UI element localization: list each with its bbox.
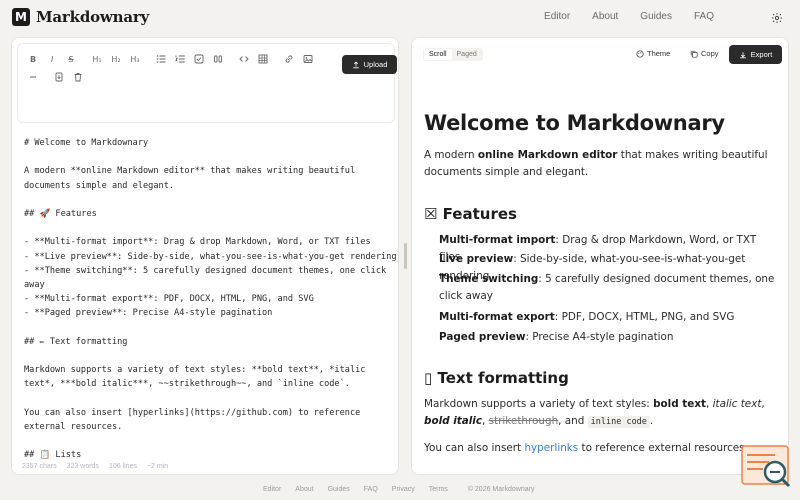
footer-link-about[interactable]: About [295, 486, 313, 493]
code-icon[interactable] [237, 52, 251, 66]
horizontal-rule-icon[interactable] [26, 70, 40, 84]
export-button[interactable]: Export [729, 45, 782, 64]
nav-link-guides[interactable]: Guides [640, 11, 672, 22]
preview-hyperlink[interactable]: hyperlinks [524, 442, 578, 454]
footer-link-editor[interactable]: Editor [263, 486, 281, 493]
nav-link-editor[interactable]: Editor [544, 11, 570, 22]
h3-icon[interactable]: H₃ [128, 52, 142, 66]
mode-scroll-tab[interactable]: Scroll [424, 49, 452, 60]
toolbar-row-1: B I S H₁ H₂ H₃ [26, 52, 320, 66]
toolbar-row-2 [26, 70, 90, 84]
preview-intro: A modern online Markdown editor that mak… [424, 149, 768, 178]
inline-code: inline code [587, 416, 650, 428]
word-count: 323 words [66, 463, 99, 470]
theme-label: Theme [647, 49, 671, 58]
editor-line: text*, ***bold italic***, ~~strikethroug… [24, 379, 350, 390]
editor-line: ## ✏ Text formatting [24, 336, 128, 347]
editor-line: Markdown supports a variety of text styl… [24, 365, 366, 376]
logo-mark-icon: M [12, 8, 30, 26]
editor-toolbar: B I S H₁ H₂ H₃ Upload [17, 43, 397, 123]
app-logo[interactable]: M Markdownary [12, 8, 149, 26]
line-count: 106 lines [108, 463, 137, 470]
feature-item: Multi-format export: PDF, DOCX, HTML, PN… [439, 311, 735, 323]
upload-icon [352, 60, 359, 68]
editor-line: away [24, 280, 45, 290]
features-heading: ☒ Features [424, 205, 517, 223]
top-nav: Editor About Guides FAQ [522, 11, 714, 22]
export-label: Export [750, 50, 773, 59]
editor-line: - **Theme switching**: 5 carefully desig… [24, 265, 387, 276]
read-time: ~2 min [146, 463, 169, 470]
upload-label: Upload [363, 60, 388, 69]
editor-line: ## 🚀 Features [24, 209, 97, 219]
preview-title: Welcome to Markdownary [424, 111, 725, 135]
copy-label: Copy [701, 49, 719, 58]
editor-line: A modern **online Markdown editor** that… [24, 166, 356, 177]
bold-icon[interactable]: B [26, 52, 40, 66]
h2-icon[interactable]: H₂ [109, 52, 123, 66]
feature-item: Paged preview: Precise A4-style paginati… [439, 331, 674, 343]
quote-icon[interactable] [211, 52, 225, 66]
nav-link-about[interactable]: About [592, 11, 618, 22]
top-header: M Markdownary Editor About Guides FAQ [0, 0, 800, 36]
app-name: Markdownary [36, 8, 150, 26]
theme-button[interactable]: Theme [636, 49, 670, 58]
link-icon[interactable] [282, 52, 296, 66]
footer-link-guides[interactable]: Guides [328, 486, 350, 493]
copy-icon [690, 50, 698, 58]
editor-line: You can also insert [hyperlinks](https:/… [24, 407, 361, 418]
copy-button[interactable]: Copy [690, 49, 719, 58]
char-count: 2357 chars [22, 463, 57, 470]
editor-line: - **Paged preview**: Precise A4-style pa… [24, 308, 273, 319]
editor-line: # Welcome to Markdownary [24, 138, 149, 148]
floating-search-widget-icon[interactable] [741, 445, 791, 489]
bullet-list-icon[interactable] [154, 52, 168, 66]
mode-paged-tab[interactable]: Paged [452, 49, 482, 60]
trash-icon[interactable] [71, 70, 85, 84]
preview-panel: Scroll Paged Theme Copy Export Welcome t… [411, 37, 789, 475]
palette-icon [636, 49, 644, 58]
panel-resize-handle[interactable] [404, 243, 407, 269]
page-footer: Editor About Guides FAQ Privacy Terms © … [263, 486, 534, 493]
image-icon[interactable] [301, 52, 315, 66]
feature-item: Theme switching: 5 carefully designed do… [439, 273, 775, 302]
editor-line: ## 📋 Lists [24, 450, 82, 461]
import-icon[interactable] [52, 70, 66, 84]
text-formatting-heading: ▯ Text formatting [424, 369, 569, 387]
strikethrough-icon[interactable]: S [64, 52, 78, 66]
h1-icon[interactable]: H₁ [90, 52, 104, 66]
table-icon[interactable] [256, 52, 270, 66]
editor-status-bar: 2357 chars 323 words 106 lines ~2 min [22, 463, 168, 470]
editor-line: - **Multi-format import**: Drag & drop M… [24, 237, 371, 248]
editor-line: documents simple and elegant. [24, 180, 175, 191]
editor-line: external resources. [24, 422, 123, 432]
numbered-list-icon[interactable] [173, 52, 187, 66]
footer-link-terms[interactable]: Terms [429, 486, 448, 493]
preview-toolbar: Scroll Paged Theme Copy Export [412, 38, 788, 70]
editor-line: - **Multi-format export**: PDF, DOCX, HT… [24, 294, 314, 305]
settings-gear-icon[interactable] [771, 11, 785, 25]
editor-line: - **Live preview**: Side-by-side, what-y… [24, 251, 397, 262]
upload-button[interactable]: Upload [342, 55, 397, 74]
view-mode-toggle: Scroll Paged [423, 48, 483, 61]
task-list-icon[interactable] [192, 52, 206, 66]
markdown-editor-panel: B I S H₁ H₂ H₃ Upload # Welcome to Markd… [11, 37, 399, 475]
formatting-paragraph: Markdown supports a variety of text styl… [424, 398, 765, 428]
italic-icon[interactable]: I [45, 52, 59, 66]
nav-link-faq[interactable]: FAQ [694, 11, 714, 22]
download-icon [739, 51, 746, 58]
footer-link-faq[interactable]: FAQ [364, 486, 378, 493]
footer-copyright: © 2026 Markdownary [467, 486, 535, 493]
footer-link-privacy[interactable]: Privacy [392, 486, 415, 493]
hyperlink-paragraph: You can also insert hyperlinks to refere… [424, 442, 748, 454]
